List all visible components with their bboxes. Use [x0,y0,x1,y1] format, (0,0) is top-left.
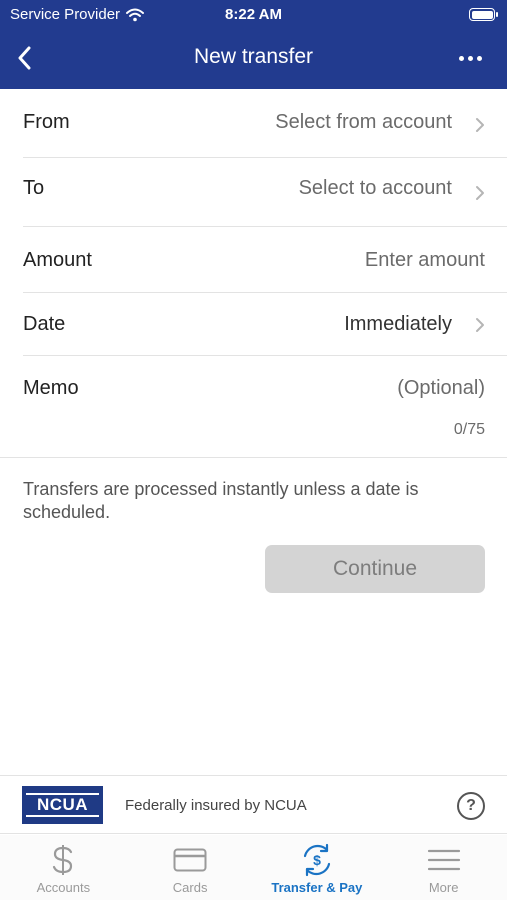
ncua-footer: NCUA Federally insured by NCUA ? [0,775,507,834]
tab-label: Cards [172,880,208,895]
to-account-row[interactable]: To Select to account [0,158,507,226]
status-time: 8:22 AM [225,6,282,23]
app-header: Service Provider 8:22 AM New transfer [0,0,507,89]
dollar-icon [45,843,81,877]
chevron-right-icon [476,186,484,200]
menu-icon [426,843,462,877]
more-options-button[interactable] [453,47,487,69]
memo-row[interactable]: Memo (Optional) 0/75 [0,356,507,457]
battery-icon [469,8,498,21]
memo-label: Memo [23,377,79,399]
continue-button[interactable]: Continue [265,545,485,593]
ncua-logo-text: NCUA [26,793,99,817]
help-icon[interactable]: ? [457,792,485,820]
page-title: New transfer [193,45,314,68]
status-bar: Service Provider 8:22 AM [0,0,507,30]
tab-bar: Accounts Cards $ Transfer & Pay More [0,835,507,900]
tab-more[interactable]: More [380,835,507,900]
nav-bar: New transfer [0,30,507,89]
date-value: Immediately [344,313,452,335]
tab-accounts[interactable]: Accounts [0,835,127,900]
memo-input[interactable]: (Optional) [397,377,485,400]
tab-transfer-pay[interactable]: $ Transfer & Pay [254,835,381,900]
card-icon [172,843,208,877]
memo-char-counter: 0/75 [453,421,485,438]
transfer-info-text: Transfers are processed instantly unless… [23,479,419,522]
tab-cards[interactable]: Cards [127,835,254,900]
tab-label: Accounts [36,880,91,895]
to-label: To [23,177,45,199]
from-label: From [23,111,70,133]
transfer-pay-icon: $ [299,843,335,877]
chevron-right-icon [476,118,484,132]
ncua-logo: NCUA [22,786,103,824]
tab-label: Transfer & Pay [271,880,363,895]
svg-text:$: $ [313,852,321,868]
amount-row[interactable]: Amount Enter amount [0,227,507,292]
from-account-value: Select from account [275,111,452,133]
to-account-value: Select to account [298,177,452,199]
date-label: Date [23,313,66,335]
tab-label: More [428,880,459,895]
ellipsis-icon [458,55,464,61]
section-divider [0,457,507,458]
date-row[interactable]: Date Immediately [0,293,507,355]
chevron-right-icon [476,318,484,332]
ncua-insured-text: Federally insured by NCUA [125,797,307,814]
amount-label: Amount [23,249,92,271]
amount-input[interactable]: Enter amount [365,249,485,272]
from-account-row[interactable]: From Select from account [0,89,507,157]
